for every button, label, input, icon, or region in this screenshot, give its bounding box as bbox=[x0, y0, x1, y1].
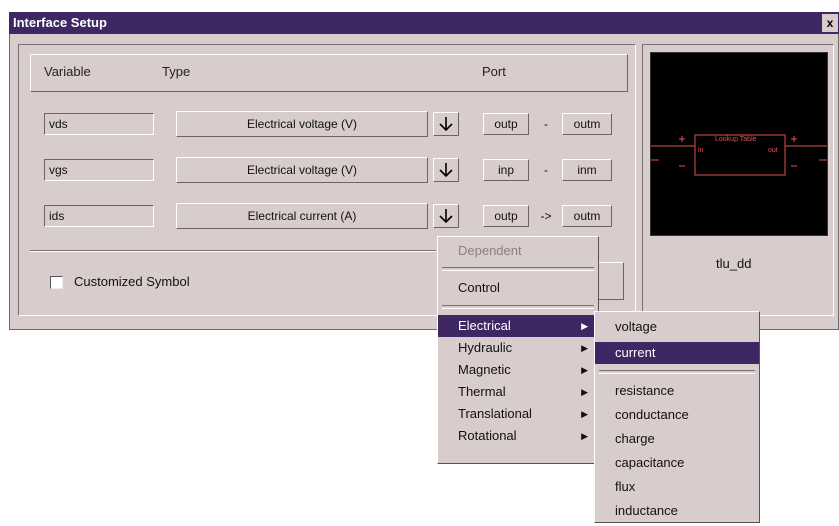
type-context-menu: Dependent Control Electrical ▶ Hydraulic ▶… bbox=[437, 236, 599, 464]
type-dropdown-button[interactable] bbox=[433, 112, 459, 136]
type-selector[interactable]: Electrical voltage (V) bbox=[176, 111, 428, 137]
preview-in-label: in bbox=[698, 147, 704, 154]
symbol-preview bbox=[650, 52, 828, 236]
submenu-arrow-icon: ▶ bbox=[581, 409, 588, 419]
submenu-arrow-icon: ▶ bbox=[581, 431, 588, 441]
menu-item-label: Magnetic bbox=[458, 362, 511, 377]
arrow-down-icon bbox=[439, 209, 453, 224]
lookup-table-symbol-icon bbox=[651, 134, 827, 176]
submenu-arrow-icon: ▶ bbox=[581, 343, 588, 353]
submenu-item-resistance[interactable]: resistance bbox=[595, 380, 759, 402]
submenu-item-current[interactable]: current bbox=[595, 342, 759, 364]
customized-symbol-label: Customized Symbol bbox=[74, 274, 190, 289]
close-button[interactable]: x bbox=[822, 14, 838, 32]
submenu-item-conductance[interactable]: conductance bbox=[595, 404, 759, 426]
port-b-field[interactable]: outm bbox=[562, 205, 612, 227]
menu-separator bbox=[599, 370, 755, 374]
submenu-item-inductance[interactable]: inductance bbox=[595, 500, 759, 522]
menu-item-label: Electrical bbox=[458, 318, 511, 333]
preview-out-label: out bbox=[768, 147, 778, 154]
arrow-down-icon bbox=[439, 163, 453, 178]
close-icon: x bbox=[826, 16, 834, 30]
menu-item-label: Rotational bbox=[458, 428, 517, 443]
variable-field[interactable]: ids bbox=[44, 205, 154, 227]
port-a-field[interactable]: outp bbox=[483, 113, 529, 135]
submenu-item-charge[interactable]: charge bbox=[595, 428, 759, 450]
header-variable: Variable bbox=[44, 64, 91, 79]
preview-block-label: Lookup Table bbox=[715, 136, 757, 143]
menu-item-thermal[interactable]: Thermal ▶ bbox=[438, 381, 598, 403]
menu-item-translational[interactable]: Translational ▶ bbox=[438, 403, 598, 425]
electrical-submenu: voltage current resistance conductance c… bbox=[594, 311, 760, 523]
type-selector[interactable]: Electrical current (A) bbox=[176, 203, 428, 229]
window-title: Interface Setup bbox=[13, 15, 107, 30]
customized-symbol-checkbox[interactable] bbox=[50, 276, 63, 289]
header-port: Port bbox=[482, 64, 506, 79]
header-bar bbox=[30, 54, 628, 92]
menu-item-label: Translational bbox=[458, 406, 532, 421]
menu-item-rotational[interactable]: Rotational ▶ bbox=[438, 425, 598, 447]
submenu-item-voltage[interactable]: voltage bbox=[595, 316, 759, 338]
menu-item-control[interactable]: Control bbox=[438, 277, 598, 299]
variable-field[interactable]: vds bbox=[44, 113, 154, 135]
port-a-field[interactable]: outp bbox=[483, 205, 529, 227]
menu-item-hydraulic[interactable]: Hydraulic ▶ bbox=[438, 337, 598, 359]
submenu-arrow-icon: ▶ bbox=[581, 321, 588, 331]
port-b-field[interactable]: inm bbox=[562, 159, 612, 181]
submenu-item-flux[interactable]: flux bbox=[595, 476, 759, 498]
port-separator: - bbox=[544, 163, 548, 177]
type-selector[interactable]: Electrical voltage (V) bbox=[176, 157, 428, 183]
port-separator: -> bbox=[540, 209, 552, 223]
hidden-button[interactable] bbox=[596, 262, 624, 300]
port-separator: - bbox=[544, 117, 548, 131]
menu-separator bbox=[442, 267, 594, 271]
menu-item-magnetic[interactable]: Magnetic ▶ bbox=[438, 359, 598, 381]
arrow-down-icon bbox=[439, 117, 453, 132]
variable-field[interactable]: vgs bbox=[44, 159, 154, 181]
menu-item-label: Thermal bbox=[458, 384, 506, 399]
port-b-field[interactable]: outm bbox=[562, 113, 612, 135]
port-a-field[interactable]: inp bbox=[483, 159, 529, 181]
menu-separator bbox=[442, 305, 594, 309]
menu-item-dependent[interactable]: Dependent bbox=[438, 240, 598, 262]
divider bbox=[30, 250, 436, 252]
menu-item-label: Hydraulic bbox=[458, 340, 513, 355]
type-dropdown-button[interactable] bbox=[433, 158, 459, 182]
header-type: Type bbox=[162, 64, 191, 79]
submenu-item-capacitance[interactable]: capacitance bbox=[595, 452, 759, 474]
submenu-arrow-icon: ▶ bbox=[581, 387, 588, 397]
submenu-arrow-icon: ▶ bbox=[581, 365, 588, 375]
type-dropdown-button[interactable] bbox=[433, 204, 459, 228]
menu-item-electrical[interactable]: Electrical ▶ bbox=[438, 315, 598, 337]
symbol-name: tlu_dd bbox=[716, 256, 752, 271]
window-title-bar[interactable]: Interface Setup bbox=[9, 12, 839, 34]
